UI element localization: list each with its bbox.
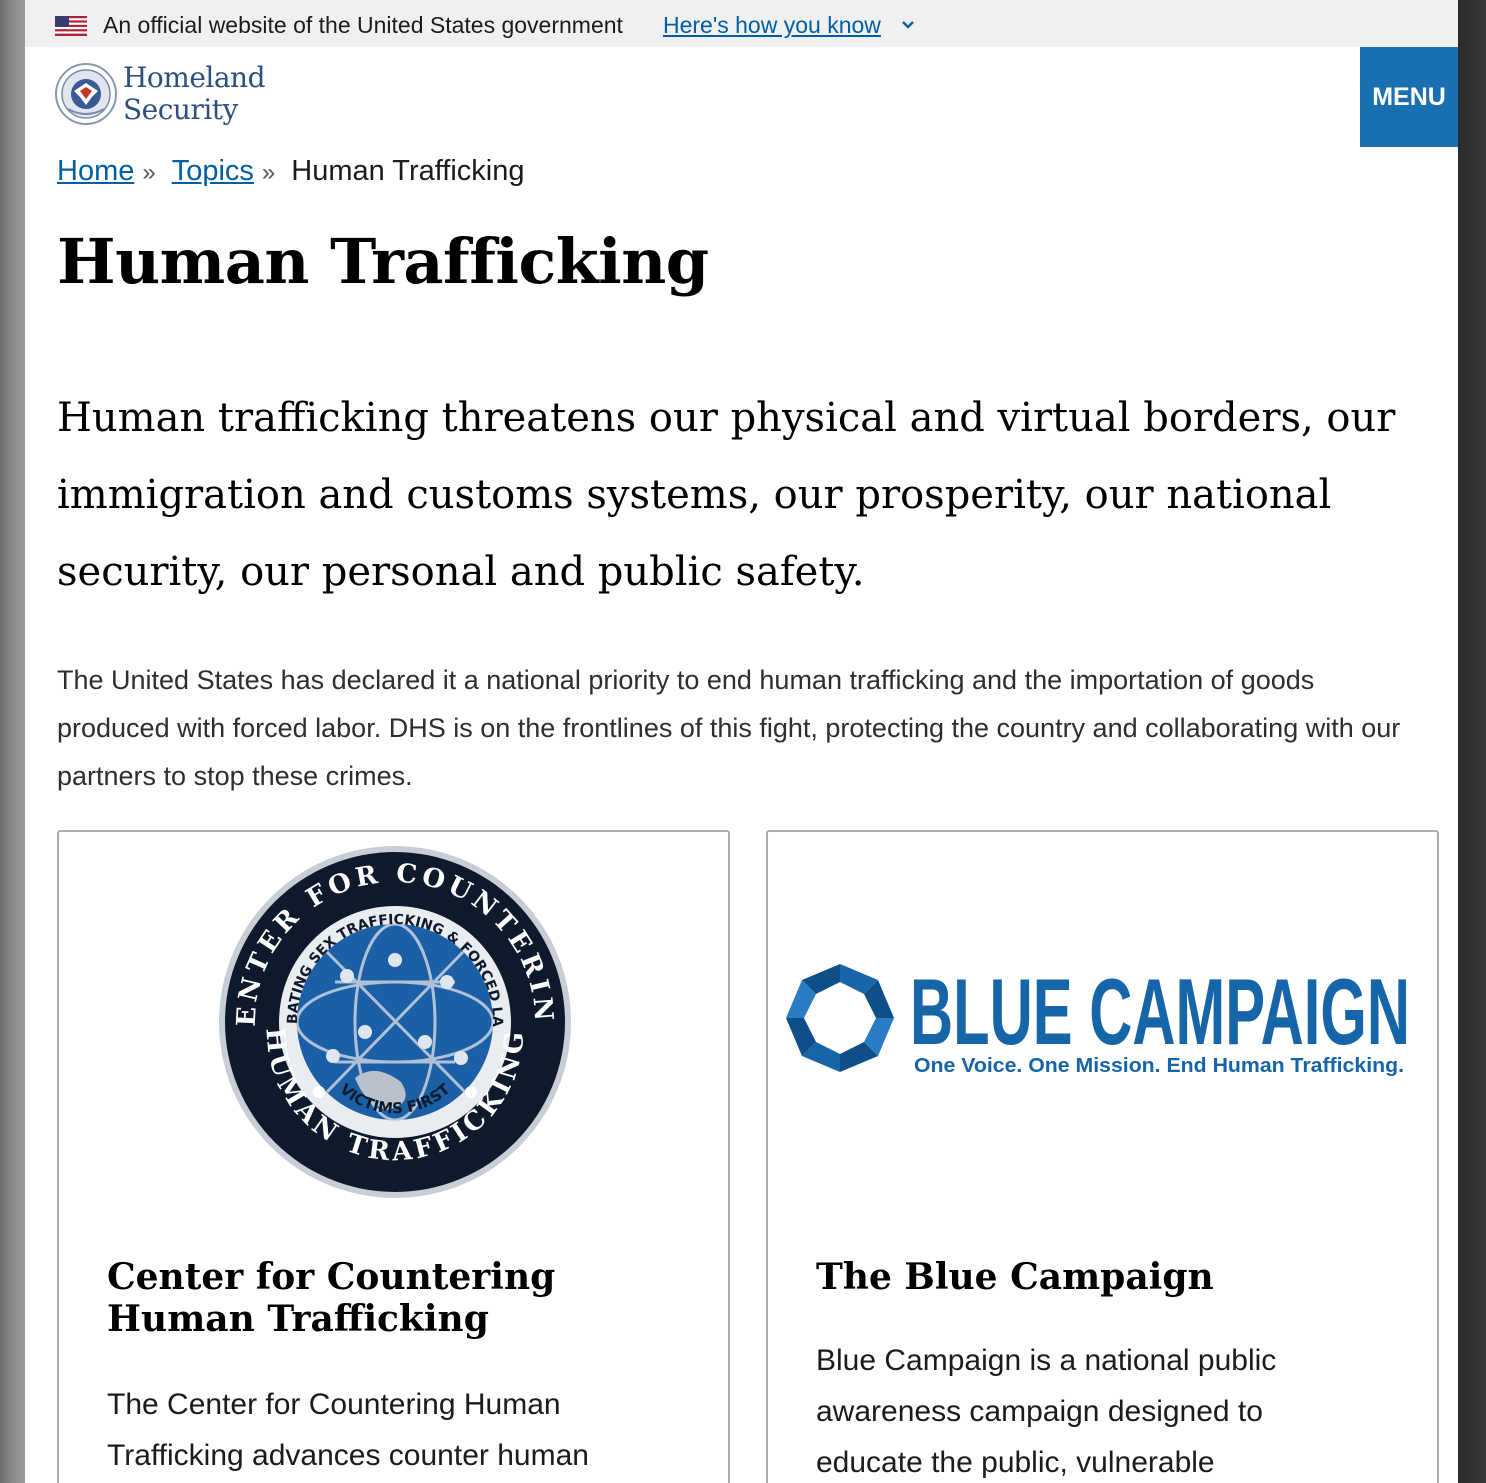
logo-line-security: Security (123, 93, 238, 126)
blue-campaign-logo[interactable]: BLUE CAMPAIGN One Voice. One Mission. En… (782, 960, 1422, 1082)
dhs-seal-icon[interactable] (54, 61, 118, 127)
intro-paragraph: The United States has declared it a nati… (57, 665, 1401, 791)
breadcrumb-separator: » (261, 159, 276, 186)
card-blue-campaign[interactable]: BLUE CAMPAIGN One Voice. One Mission. En… (766, 830, 1439, 1483)
blue-campaign-tagline: One Voice. One Mission. End Human Traffi… (914, 1055, 1404, 1077)
page: An official website of the United States… (25, 0, 1458, 1483)
chevron-down-icon[interactable] (901, 20, 915, 30)
homeland-security-logo-text[interactable]: Homeland Security (123, 61, 266, 126)
logo-line-homeland: Homeland (123, 61, 266, 94)
ccht-seal-logo[interactable]: CENTER FOR COUNTERING HUMAN TRAFFICKING … (215, 842, 575, 1202)
card-ccht-text: The Center for Countering Human Traffick… (107, 1388, 589, 1472)
lead-paragraph: Human trafficking threatens our physical… (57, 395, 1396, 595)
breadcrumb-home-link[interactable]: Home (57, 155, 134, 187)
breadcrumb-topics-link[interactable]: Topics (172, 155, 254, 187)
gov-banner: An official website of the United States… (25, 0, 1458, 47)
menu-button[interactable]: MENU (1360, 47, 1458, 147)
card-ccht[interactable]: CENTER FOR COUNTERING HUMAN TRAFFICKING … (57, 830, 730, 1483)
heres-how-you-know-link[interactable]: Here's how you know (663, 12, 881, 39)
breadcrumb-current: Human Trafficking (291, 155, 525, 187)
breadcrumb: Home » Topics » Human Trafficking (57, 155, 524, 188)
card-blue-campaign-text: Blue Campaign is a national public aware… (816, 1344, 1277, 1479)
card-ccht-title[interactable]: Center for Countering Human Trafficking (107, 1256, 687, 1340)
us-flag-icon (55, 16, 87, 36)
breadcrumb-separator: » (142, 159, 156, 186)
card-blue-campaign-title[interactable]: The Blue Campaign (816, 1256, 1396, 1298)
blue-campaign-wordmark: BLUE CAMPAIGN (910, 960, 1410, 1064)
page-title: Human Trafficking (57, 225, 709, 298)
site-header: Homeland Security MENU (25, 47, 1458, 147)
official-site-text: An official website of the United States… (103, 12, 623, 38)
